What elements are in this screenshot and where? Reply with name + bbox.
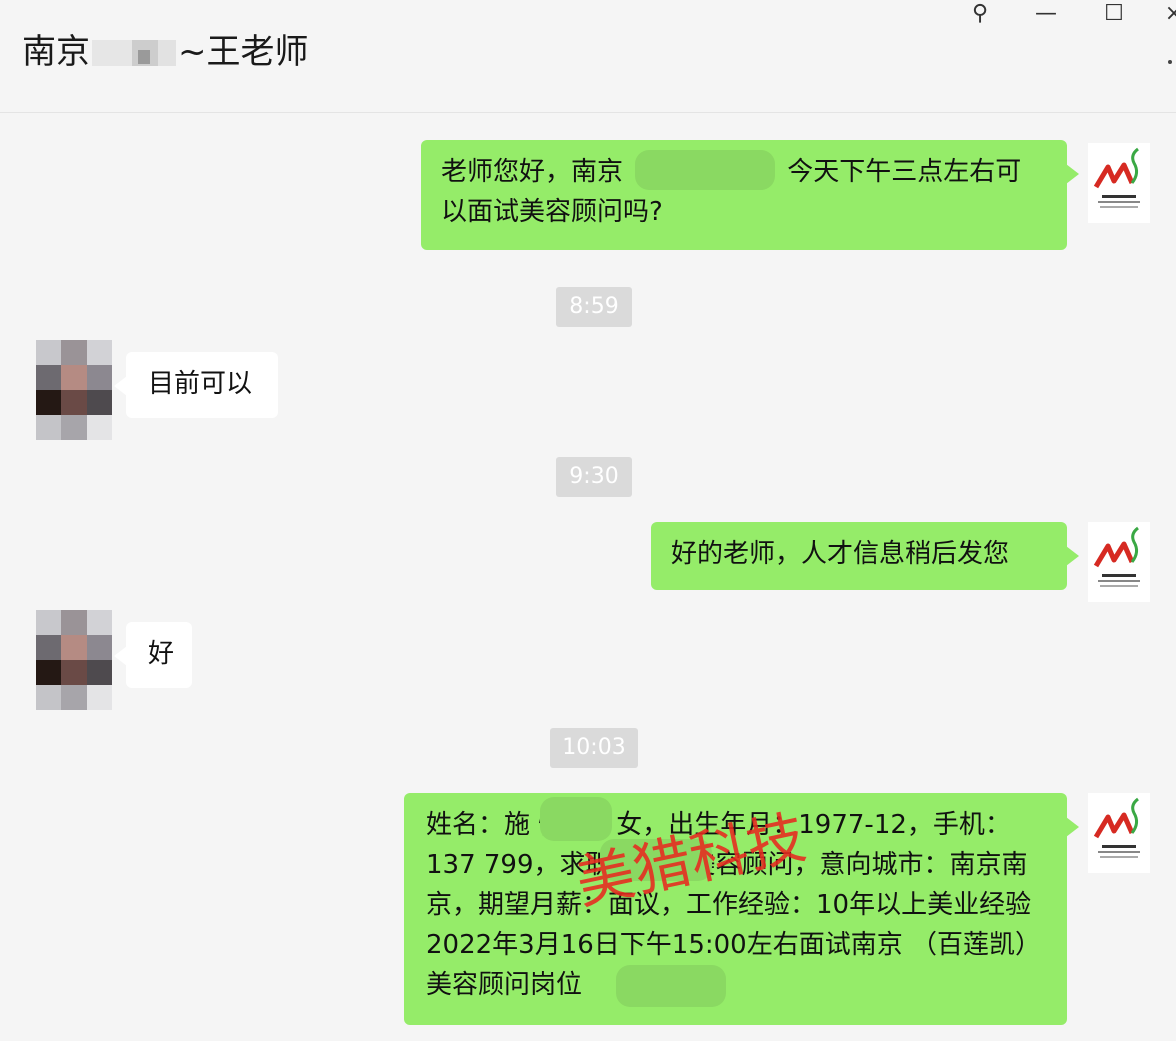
mosaic-mask <box>635 150 775 190</box>
pin-icon[interactable]: ⚲ <box>960 0 1000 30</box>
message-bubble-contact[interactable]: 好 <box>114 622 192 688</box>
brand-logo-icon <box>1093 147 1140 208</box>
message-text: 好 <box>148 639 175 669</box>
message-text: 目前可以 <box>148 369 253 399</box>
chat-title: 南京 ~王老师 <box>22 30 309 74</box>
message-text: 好的老师，人才信息稍后发您 <box>671 539 1010 569</box>
chat-header: 南京 ~王老师 ⚲ — ☐ × <box>0 0 1176 113</box>
close-icon[interactable]: × <box>1154 0 1176 30</box>
name-mosaic <box>92 34 176 70</box>
mosaic-mask <box>540 797 612 841</box>
mosaic-mask <box>616 965 726 1007</box>
timestamp: 10:03 <box>550 728 638 768</box>
chat-title-suffix: ~王老师 <box>178 32 309 72</box>
avatar-self[interactable] <box>1088 793 1150 873</box>
maximize-icon[interactable]: ☐ <box>1094 0 1134 30</box>
avatar-self[interactable] <box>1088 522 1150 602</box>
avatar-contact[interactable] <box>36 610 112 710</box>
message-bubble-self[interactable]: 好的老师，人才信息稍后发您 <box>651 522 1079 590</box>
timestamp: 9:30 <box>556 457 632 497</box>
minimize-icon[interactable]: — <box>1026 0 1066 30</box>
brand-logo-icon <box>1093 526 1140 587</box>
chat-title-prefix: 南京 <box>22 32 90 72</box>
avatar-contact[interactable] <box>36 340 112 440</box>
message-bubble-self[interactable]: 老师您好，南京 （百莲凯店）今天下午三点左右可以面试美容顾问吗? <box>421 140 1079 250</box>
message-bubble-contact[interactable]: 目前可以 <box>114 352 278 418</box>
timestamp: 8:59 <box>556 287 632 327</box>
more-options-icon[interactable] <box>1168 60 1172 64</box>
brand-logo-icon <box>1093 797 1140 858</box>
avatar-self[interactable] <box>1088 143 1150 223</box>
